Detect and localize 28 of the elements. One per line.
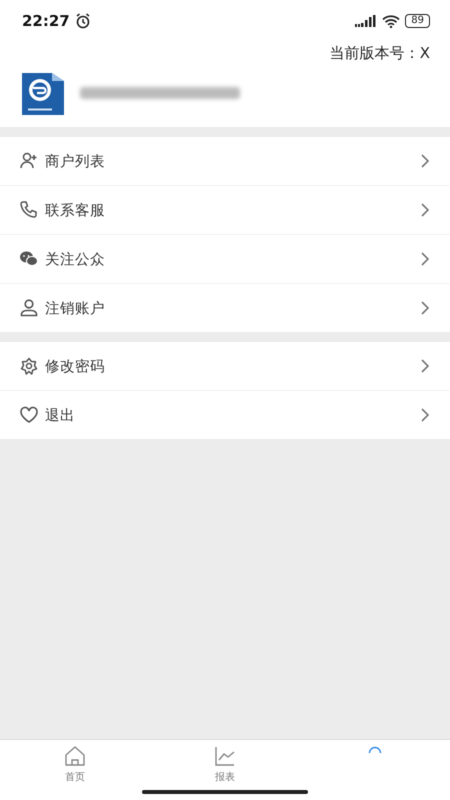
chevron-icon xyxy=(420,300,430,316)
heart-icon xyxy=(19,405,39,425)
menu-item[interactable]: 关注公众 xyxy=(0,235,450,284)
chevron-icon xyxy=(420,202,430,218)
alarm-icon xyxy=(74,13,91,29)
tab[interactable]: 报表 xyxy=(150,744,300,790)
chevron-icon xyxy=(420,358,430,374)
flower-icon xyxy=(19,356,39,376)
add-user-icon xyxy=(19,151,39,171)
version-label: 当前版本号：X xyxy=(330,44,430,63)
tab[interactable]: 首页 xyxy=(0,744,150,790)
battery-indicator: 89 xyxy=(405,14,430,28)
line-chart-icon xyxy=(213,744,237,768)
chevron-icon xyxy=(420,153,430,169)
menu-item[interactable]: 联系客服 xyxy=(0,186,450,235)
wifi-icon xyxy=(382,14,400,28)
user-icon xyxy=(19,298,39,318)
menu-item[interactable]: 修改密码 xyxy=(0,342,450,391)
arc-icon xyxy=(368,746,382,754)
signal-icon xyxy=(355,15,378,27)
menu-item[interactable]: 退出 xyxy=(0,391,450,439)
menu-item[interactable]: 注销账户 xyxy=(0,284,450,332)
phone-icon xyxy=(19,200,39,220)
chevron-icon xyxy=(420,407,430,423)
clock-time: 22:27 xyxy=(22,12,70,30)
home-icon xyxy=(63,744,87,768)
menu-item[interactable]: 商户列表 xyxy=(0,137,450,186)
chevron-icon xyxy=(420,251,430,267)
